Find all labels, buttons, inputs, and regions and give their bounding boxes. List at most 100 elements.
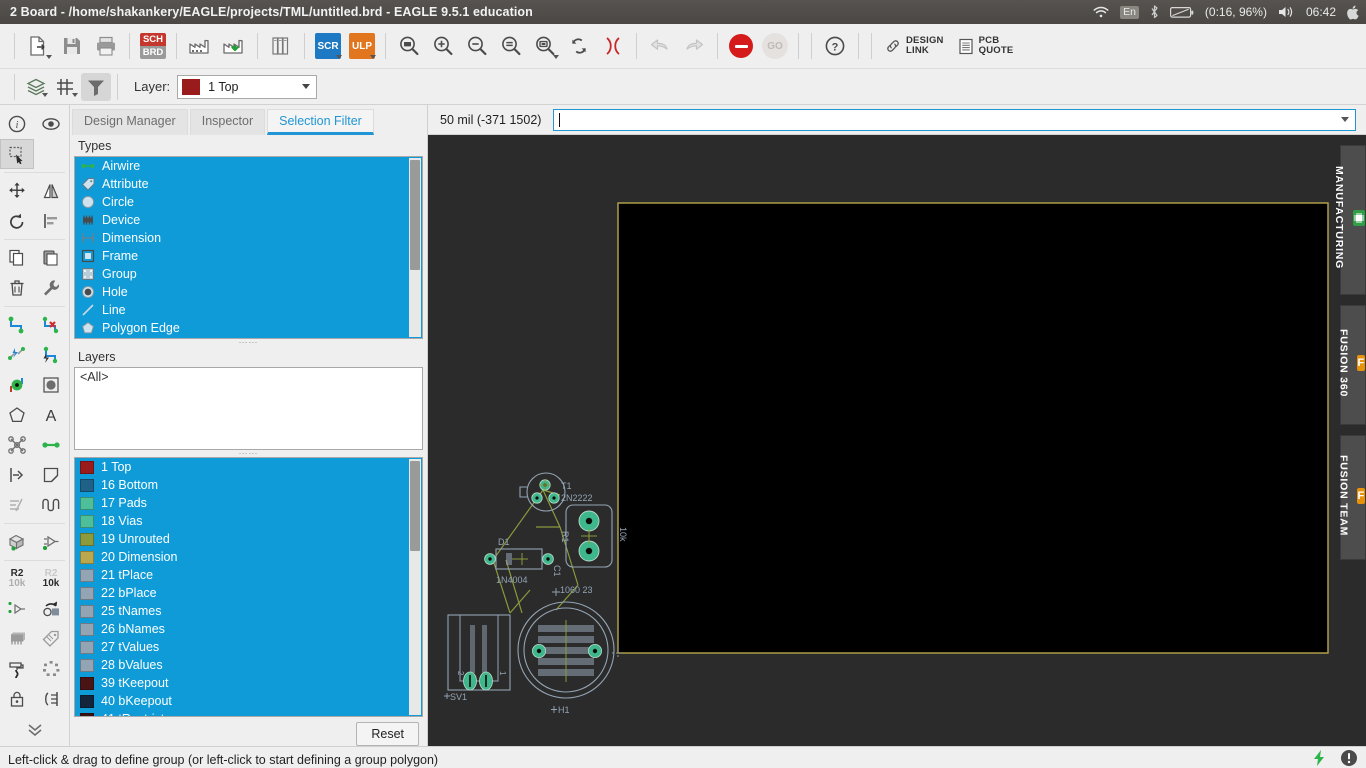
battery-icon[interactable] — [1169, 6, 1194, 19]
layer-list-item[interactable]: 22 bPlace — [75, 584, 422, 602]
types-list-item[interactable]: Attribute — [75, 175, 422, 193]
reset-button[interactable]: Reset — [356, 722, 419, 747]
zoom-select-button[interactable] — [528, 29, 562, 63]
rotate-tool[interactable] — [0, 206, 34, 236]
types-list-item[interactable]: Circle — [75, 193, 422, 211]
keyboard-layout-indicator[interactable]: En — [1120, 5, 1139, 19]
side-tab-fusion-360[interactable]: F FUSION 360 — [1337, 305, 1366, 425]
open-file-button[interactable] — [21, 29, 55, 63]
types-list-item[interactable]: Group — [75, 265, 422, 283]
info-tool[interactable]: i — [0, 109, 34, 139]
tab-design-manager[interactable]: Design Manager — [72, 108, 188, 135]
alert-icon[interactable] — [1340, 749, 1358, 768]
layer-list-item[interactable]: 40 bKeepout — [75, 692, 422, 710]
mitre-tool[interactable] — [0, 460, 34, 490]
mirror-tool[interactable] — [34, 176, 68, 206]
layer-list-item[interactable]: 21 tPlace — [75, 566, 422, 584]
connect-tool[interactable] — [34, 684, 68, 714]
layer-list-item[interactable]: 41 tRestrict — [75, 710, 422, 717]
lightning-icon[interactable] — [1310, 749, 1328, 768]
volume-icon[interactable] — [1278, 5, 1295, 19]
tab-inspector[interactable]: Inspector — [189, 108, 266, 135]
mitre-corner-tool[interactable] — [34, 460, 68, 490]
group-tool[interactable] — [0, 139, 34, 169]
run-ulp-button[interactable]: ULP — [345, 29, 379, 63]
name-tool[interactable]: R2 10k — [0, 564, 34, 594]
pcb-canvas[interactable]: T1 2N2222 D1 1N4004 10k R1 C1 1060 23 2 … — [428, 135, 1366, 746]
autoroute-tool[interactable] — [0, 340, 34, 370]
polygon-tool[interactable] — [0, 400, 34, 430]
airwire-tool[interactable] — [34, 430, 68, 460]
redo-button[interactable] — [677, 29, 711, 63]
move-tool[interactable] — [0, 176, 34, 206]
layer-list[interactable]: 1 Top 16 Bottom 17 Pads 18 Vias 19 Unrouted 2… — [74, 457, 423, 718]
copy-tool[interactable] — [0, 243, 34, 273]
split-tool[interactable] — [0, 430, 34, 460]
design-link-button[interactable]: DESIGN LINK — [878, 29, 951, 63]
pcb-drawing[interactable]: T1 2N2222 D1 1N4004 10k R1 C1 1060 23 2 … — [428, 135, 1366, 746]
layer-list-item[interactable]: 28 bValues — [75, 656, 422, 674]
types-list-item[interactable]: Airwire — [75, 157, 422, 175]
delete-tool[interactable] — [0, 273, 34, 303]
layer-select-dropdown[interactable]: 1 Top — [177, 74, 318, 99]
layer-list-item[interactable]: 18 Vias — [75, 512, 422, 530]
attribute-tool[interactable] — [34, 624, 68, 654]
align-lines-tool[interactable] — [0, 490, 34, 520]
run-script-button[interactable]: SCR — [311, 29, 345, 63]
paste-tool[interactable] — [34, 243, 68, 273]
ripup-tool[interactable] — [34, 310, 68, 340]
add-device-tool[interactable] — [34, 527, 68, 557]
clock[interactable]: 06:42 — [1306, 5, 1336, 19]
manufacturing-preview-button[interactable] — [183, 29, 217, 63]
stop-button[interactable] — [724, 29, 758, 63]
apple-menu-icon[interactable] — [1347, 5, 1360, 20]
types-list-item[interactable]: Polygon Edge — [75, 319, 422, 337]
add-pin-tool[interactable] — [0, 594, 34, 624]
tab-selection-filter[interactable]: Selection Filter — [267, 108, 374, 135]
paint-tool[interactable] — [0, 654, 34, 684]
undo-button[interactable] — [643, 29, 677, 63]
layer-list-item[interactable]: 16 Bottom — [75, 476, 422, 494]
panel-resize-grip[interactable]: ⋯⋯ — [70, 337, 427, 347]
chevron-down-icon[interactable] — [1341, 117, 1349, 122]
types-list-item[interactable]: Hole — [75, 283, 422, 301]
replace-tool[interactable] — [34, 594, 68, 624]
layers-filter-box[interactable]: <All> — [74, 367, 423, 451]
layer-list-item[interactable]: 39 tKeepout — [75, 674, 422, 692]
refresh-button[interactable] — [562, 29, 596, 63]
wifi-icon[interactable] — [1093, 6, 1109, 19]
route-tool[interactable] — [0, 310, 34, 340]
layer-list-item[interactable]: 27 tValues — [75, 638, 422, 656]
layer-list-item[interactable]: 17 Pads — [75, 494, 422, 512]
hole-tool[interactable] — [34, 370, 68, 400]
ratsnest-button[interactable] — [596, 29, 630, 63]
layers-all-item[interactable]: <All> — [80, 370, 417, 384]
via-tool[interactable] — [0, 370, 34, 400]
types-scrollbar[interactable] — [409, 157, 421, 338]
pcb-quote-button[interactable]: PCB QUOTE — [951, 29, 1021, 63]
layer-scrollbar[interactable] — [409, 459, 421, 716]
text-tool[interactable]: A — [34, 400, 68, 430]
print-button[interactable] — [89, 29, 123, 63]
layer-list-item[interactable]: 25 tNames — [75, 602, 422, 620]
panel-resize-grip[interactable]: ⋯⋯ — [70, 448, 427, 458]
layer-list-item[interactable]: 26 bNames — [75, 620, 422, 638]
types-list-item[interactable]: Device — [75, 211, 422, 229]
selection-filter-button[interactable] — [81, 72, 111, 101]
zoom-in-button[interactable] — [426, 29, 460, 63]
value-tool[interactable]: R2 10k — [34, 564, 68, 594]
library-manager-button[interactable] — [264, 29, 298, 63]
types-list[interactable]: Airwire Attribute Circle Device Dimension Fra… — [74, 155, 423, 340]
command-input[interactable] — [553, 108, 1356, 131]
route-airwire-tool[interactable] — [34, 340, 68, 370]
side-tab-manufacturing[interactable]: MANUFACTURING — [1333, 145, 1366, 295]
lock-tool[interactable] — [0, 684, 34, 714]
switch-sch-brd-button[interactable]: SCH BRD — [136, 29, 170, 63]
array-circular-tool[interactable] — [34, 654, 68, 684]
package-tool[interactable] — [0, 624, 34, 654]
side-tab-fusion-team[interactable]: F FUSION TEAM — [1337, 435, 1366, 560]
types-list-item[interactable]: Frame — [75, 247, 422, 265]
zoom-redraw-button[interactable] — [494, 29, 528, 63]
layer-list-item[interactable]: 20 Dimension — [75, 548, 422, 566]
zoom-out-button[interactable] — [460, 29, 494, 63]
